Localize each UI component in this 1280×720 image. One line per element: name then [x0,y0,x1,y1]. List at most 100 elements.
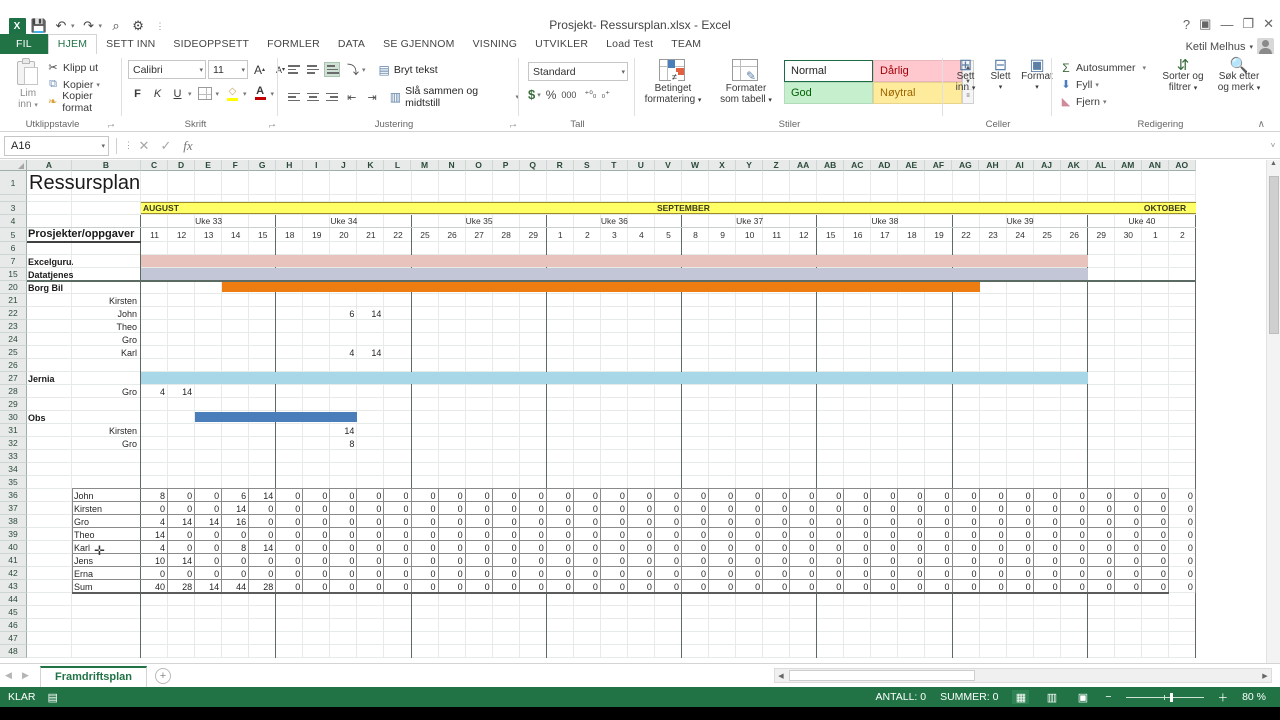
column-header-AM[interactable]: AM [1114,160,1142,171]
name-box[interactable]: A16 ▾ [4,135,109,156]
gantt-bar[interactable] [222,282,980,292]
gantt-bar[interactable] [195,412,358,422]
ribbon-display-options-icon[interactable]: ▣ [1199,16,1211,32]
column-header-AG[interactable]: AG [952,160,980,171]
row-header-7[interactable]: 7 [0,255,27,268]
column-header-N[interactable]: N [438,160,466,171]
view-normal-icon[interactable]: ▦ [1012,690,1030,704]
style-god[interactable]: God [784,82,873,104]
font-size-combo[interactable]: 11 ▾ [208,60,248,79]
column-header-Y[interactable]: Y [736,160,764,171]
task-hours-cell[interactable]: 14 [357,307,381,320]
task-hours-cell[interactable]: 4 [141,385,165,398]
collapse-ribbon-icon[interactable]: ∧ [1258,119,1265,130]
column-header-I[interactable]: I [303,160,331,171]
select-all-corner[interactable] [0,160,27,171]
row-header-15[interactable]: 15 [0,268,27,281]
borders-button[interactable] [196,84,215,103]
task-hours-cell[interactable]: 14 [330,424,354,437]
minimize-icon[interactable]: — [1220,17,1233,32]
orientation-dropdown-icon[interactable]: ▾ [362,66,366,74]
tab-formler[interactable]: FORMLER [258,34,329,54]
view-page-break-icon[interactable]: ▣ [1074,690,1091,704]
tab-visning[interactable]: VISNING [464,34,527,54]
summary-cell[interactable]: 0 [1169,554,1193,567]
row-header-26[interactable]: 26 [0,359,27,372]
row-header-20[interactable]: 20 [0,281,27,294]
column-header-AB[interactable]: AB [817,160,845,171]
formula-bar-menu-icon[interactable]: ⋮ [124,140,133,151]
sort-filter-button[interactable]: ⇵ Sorter og filtrer ▾ [1157,58,1209,94]
tab-sideoppsett[interactable]: SIDEOPPSETT [164,34,258,54]
insert-function-icon[interactable]: fx [177,138,199,154]
clipboard-dialog-launcher[interactable]: ⮣ [108,120,114,130]
paste-button[interactable]: Lim inn ▾ [6,58,50,111]
worksheet-grid[interactable]: A B C D E F G H I J K L M N O P Q R S T U V W X Y Z AA AB AC AD AE AF AG… [0,160,1280,663]
tab-team[interactable]: TEAM [662,34,710,54]
view-page-layout-icon[interactable]: ▥ [1043,690,1060,704]
align-left-icon[interactable] [286,90,302,105]
row-headers[interactable]: 1 3 4 5 6 7 15 20 21 22 23 24 25 26 27 28 29 30 31 32 33 34 35… [0,171,27,658]
column-header-V[interactable]: V [654,160,682,171]
summary-cell[interactable]: 0 [1169,515,1193,528]
task-hours-cell[interactable]: 14 [168,385,192,398]
sheet-nav-prev-icon[interactable]: ◀ [0,670,17,681]
vertical-scrollbar[interactable]: ▲ [1266,160,1280,663]
row-header-5[interactable]: 5 [0,228,27,242]
align-right-icon[interactable] [324,90,340,105]
wrap-text-button[interactable]: ▤ Bryt tekst [379,63,438,77]
row-header-22[interactable]: 22 [0,307,27,320]
font-name-combo[interactable]: Calibri ▾ [128,60,206,79]
tab-hjem[interactable]: HJEM [47,34,98,54]
borders-dropdown-icon[interactable]: ▾ [216,90,220,98]
task-hours-cell[interactable]: 6 [330,307,354,320]
align-top-icon[interactable] [286,62,302,77]
grow-font-icon[interactable]: A ▴ [250,60,269,79]
column-headers[interactable]: A B C D E F G H I J K L M N O P Q R S T U V W X Y Z AA AB AC AD AE AF AG… [0,160,1196,171]
font-color-dropdown-icon[interactable]: ▾ [271,90,275,98]
column-header-X[interactable]: X [708,160,737,171]
row-header-45[interactable]: 45 [0,606,27,619]
number-format-combo[interactable]: Standard ▾ [528,62,628,81]
column-header-W[interactable]: W [681,160,709,171]
increase-decimal-icon[interactable]: ⁺⁰₀ [584,89,596,100]
underline-dropdown-icon[interactable]: ▾ [188,90,192,98]
font-color-button[interactable]: A [251,84,270,103]
task-hours-cell[interactable]: 14 [357,346,381,359]
gantt-bar[interactable] [141,268,1088,280]
add-sheet-icon[interactable]: + [155,667,172,684]
column-header-AE[interactable]: AE [898,160,926,171]
close-icon[interactable]: ✕ [1263,16,1274,32]
vertical-scroll-thumb[interactable] [1269,176,1279,334]
font-dialog-launcher[interactable]: ⮣ [269,120,275,130]
row-header-41[interactable]: 41 [0,554,27,567]
zoom-slider[interactable] [1125,692,1204,702]
scroll-up-icon[interactable]: ▲ [1267,160,1280,174]
style-normal[interactable]: Normal [784,60,873,82]
tab-fil[interactable]: FIL [0,34,48,54]
column-header-J[interactable]: J [330,160,358,171]
tab-load-test[interactable]: Load Test [597,34,662,54]
row-header-37[interactable]: 37 [0,502,27,515]
column-header-Q[interactable]: Q [519,160,547,171]
column-header-AN[interactable]: AN [1141,160,1169,171]
zoom-in-icon[interactable]: ＋ [1218,690,1229,705]
find-select-button[interactable]: 🔍 Søk etter og merk ▾ [1213,58,1265,94]
sheet-tab-framdriftsplan[interactable]: Framdriftsplan [40,666,148,687]
row-header-40[interactable]: 40 [0,541,27,554]
delete-cells-button[interactable]: ⊟ Slett ▾ [984,58,1017,94]
column-header-L[interactable]: L [384,160,412,171]
row-header-6[interactable]: 6 [0,242,27,255]
row-header-44[interactable]: 44 [0,593,27,606]
column-header-AC[interactable]: AC [844,160,872,171]
zoom-level[interactable]: 80 % [1242,691,1266,703]
sheet-nav-next-icon[interactable]: ▶ [17,670,34,681]
window-controls[interactable]: ? ▣ — ❐ ✕ [1183,16,1274,32]
column-header-T[interactable]: T [600,160,628,171]
row-header-23[interactable]: 23 [0,320,27,333]
column-header-U[interactable]: U [627,160,655,171]
format-cells-button[interactable]: ▣ Format ▾ [1019,58,1055,94]
row-header-36[interactable]: 36 [0,489,27,502]
column-header-AI[interactable]: AI [1006,160,1034,171]
fill-button[interactable]: ⬇ Fyll ▾ [1059,76,1146,93]
